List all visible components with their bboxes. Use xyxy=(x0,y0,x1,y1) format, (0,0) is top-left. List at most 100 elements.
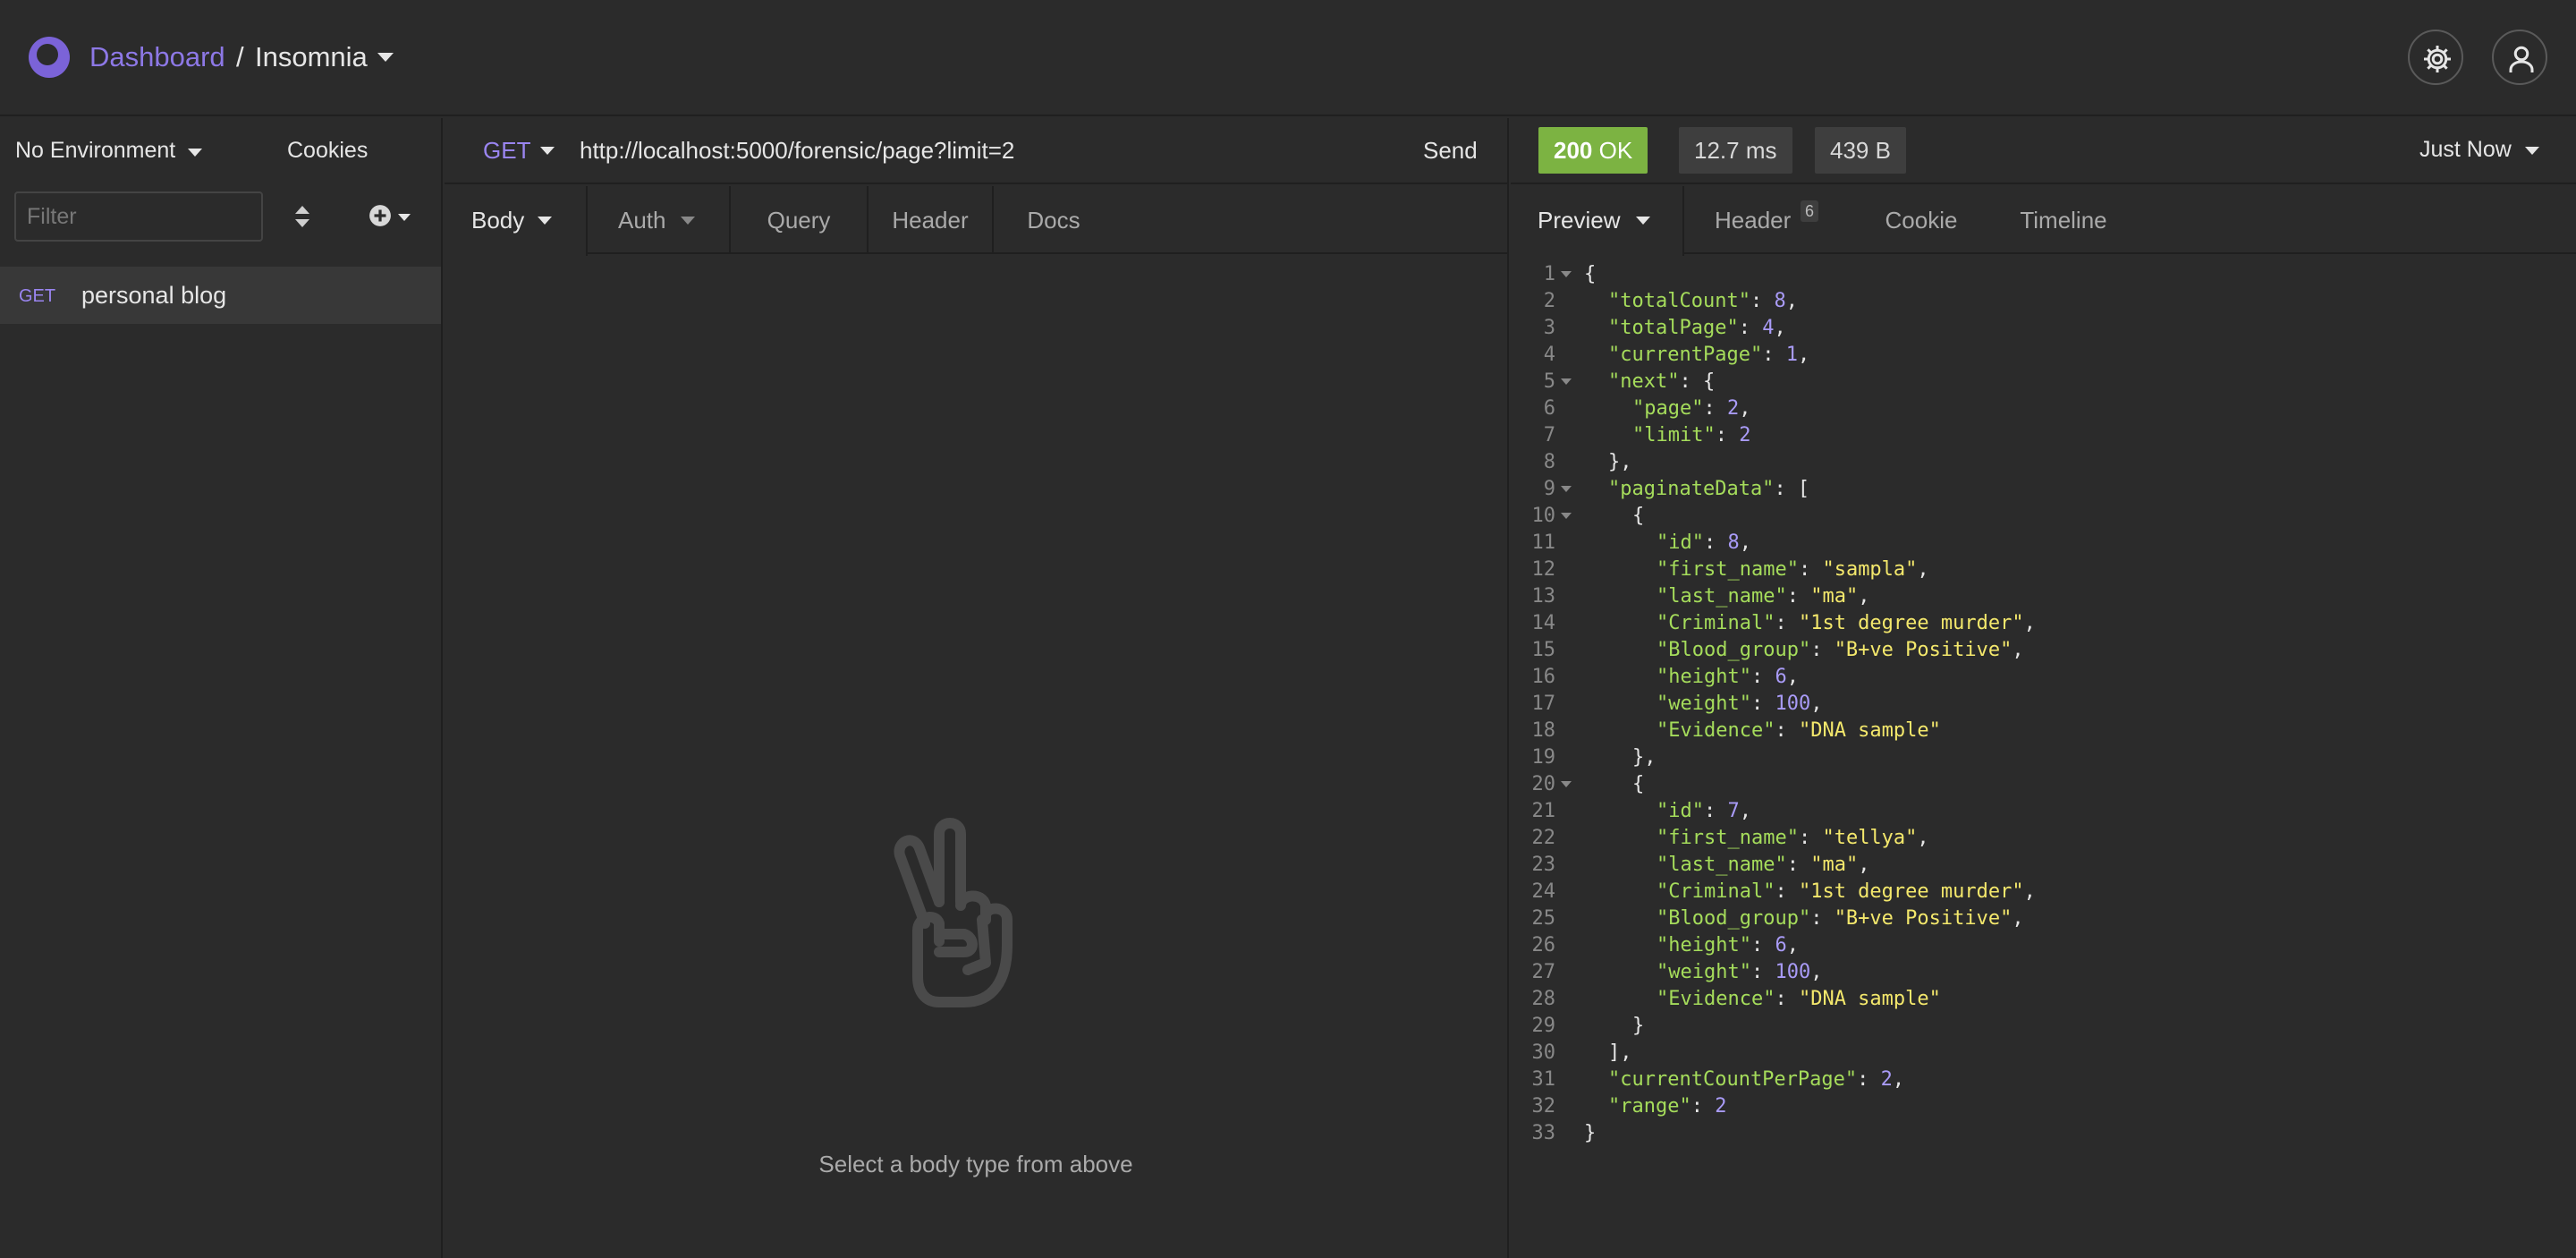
tab-body[interactable]: Body xyxy=(445,186,588,256)
json-string: "sampla" xyxy=(1822,558,1918,581)
tab-response-header[interactable]: Header 6 xyxy=(1684,186,1854,254)
json-key: "next" xyxy=(1608,370,1680,393)
history-chevron-down-icon[interactable] xyxy=(2525,147,2539,155)
method-selector[interactable]: GET xyxy=(483,137,530,165)
json-string: "tellya" xyxy=(1822,827,1918,849)
json-punctuation: : xyxy=(1750,290,1775,312)
json-punctuation: } xyxy=(1584,1122,1597,1144)
json-punctuation: : xyxy=(1775,988,1799,1010)
code-content: "weight": 100, xyxy=(1657,691,1822,718)
json-number: 100 xyxy=(1775,961,1811,983)
code-content: }, xyxy=(1608,449,1632,476)
code-content: "currentPage": 1, xyxy=(1608,342,1809,369)
code-line: 9 "paginateData": [ xyxy=(1511,476,2576,503)
sort-icon[interactable] xyxy=(292,204,313,229)
fold-chevron-icon[interactable] xyxy=(1561,486,1572,492)
code-content: "page": 2, xyxy=(1632,395,1750,422)
line-number: 16 xyxy=(1531,666,1556,688)
status-text: OK xyxy=(1598,137,1633,164)
fold-chevron-icon[interactable] xyxy=(1561,378,1572,385)
breadcrumb-dashboard[interactable]: Dashboard xyxy=(89,41,225,73)
filter-row xyxy=(0,191,441,265)
tab-docs[interactable]: Docs xyxy=(994,186,1114,254)
method-chevron-down-icon[interactable] xyxy=(540,147,555,155)
line-number: 32 xyxy=(1531,1095,1556,1118)
json-key: "Blood_group" xyxy=(1657,907,1811,930)
json-punctuation: : xyxy=(1775,880,1799,903)
cookies-button[interactable]: Cookies xyxy=(287,138,368,164)
environment-chevron-down-icon[interactable] xyxy=(188,149,202,157)
code-line: 33} xyxy=(1511,1120,2576,1147)
json-punctuation: , xyxy=(1858,854,1870,876)
json-key: "Evidence" xyxy=(1657,988,1775,1010)
code-content: "Evidence": "DNA sample" xyxy=(1657,986,1941,1013)
tab-header[interactable]: Header xyxy=(869,186,994,254)
json-key: "Criminal" xyxy=(1657,612,1775,634)
json-punctuation: , xyxy=(1739,800,1751,822)
json-punctuation: , xyxy=(2012,907,2024,930)
json-punctuation: { xyxy=(1632,505,1645,527)
json-punctuation: : xyxy=(1703,397,1727,420)
send-button[interactable]: Send xyxy=(1423,137,1478,165)
line-number: 9 xyxy=(1543,478,1555,500)
line-number: 1 xyxy=(1543,263,1555,285)
line-number: 14 xyxy=(1531,612,1556,634)
tab-cookie[interactable]: Cookie xyxy=(1854,186,1988,254)
code-line: 21 "id": 7, xyxy=(1511,798,2576,825)
line-number: 4 xyxy=(1543,344,1555,366)
line-number: 25 xyxy=(1531,907,1556,930)
tab-auth[interactable]: Auth xyxy=(588,186,731,254)
json-punctuation: , xyxy=(2023,880,2036,903)
tab-query[interactable]: Query xyxy=(731,186,869,254)
response-history-selector[interactable]: Just Now xyxy=(2419,137,2512,163)
line-number: 6 xyxy=(1543,397,1555,420)
code-content: ], xyxy=(1608,1040,1632,1067)
code-content: "next": { xyxy=(1608,369,1715,395)
json-punctuation: : xyxy=(1750,666,1775,688)
environment-selector[interactable]: No Environment xyxy=(15,138,175,164)
json-key: "Criminal" xyxy=(1657,880,1775,903)
json-punctuation: , xyxy=(1739,531,1751,554)
tab-timeline[interactable]: Timeline xyxy=(1988,186,2139,254)
code-line: 11 "id": 8, xyxy=(1511,530,2576,557)
json-punctuation: , xyxy=(1858,585,1870,608)
json-key: "last_name" xyxy=(1657,585,1787,608)
url-bar: GET http://localhost:5000/forensic/page?… xyxy=(445,118,1507,184)
code-content: "currentCountPerPage": 2, xyxy=(1608,1067,1904,1093)
json-key: "currentPage" xyxy=(1608,344,1763,366)
json-string: "ma" xyxy=(1810,854,1859,876)
line-number: 10 xyxy=(1531,505,1556,527)
code-line: 13 "last_name": "ma", xyxy=(1511,583,2576,610)
json-number: 7 xyxy=(1727,800,1740,822)
fold-chevron-icon[interactable] xyxy=(1561,513,1572,519)
preview-chevron-down-icon xyxy=(1636,217,1650,225)
settings-button[interactable] xyxy=(2408,30,2463,85)
code-line: 1{ xyxy=(1511,261,2576,288)
tab-response-header-label: Header xyxy=(1715,207,1792,234)
json-number: 4 xyxy=(1762,317,1775,339)
json-key: "Blood_group" xyxy=(1657,639,1811,661)
add-circle-icon[interactable] xyxy=(369,204,392,227)
code-line: 24 "Criminal": "1st degree murder", xyxy=(1511,879,2576,905)
tab-auth-label: Auth xyxy=(618,207,666,234)
url-input[interactable]: http://localhost:5000/forensic/page?limi… xyxy=(580,137,1014,165)
line-number: 29 xyxy=(1531,1015,1556,1037)
code-line: 7 "limit": 2 xyxy=(1511,422,2576,449)
response-size-badge: 439 B xyxy=(1815,127,1906,174)
project-chevron-down-icon[interactable] xyxy=(377,53,394,62)
breadcrumb-project[interactable]: Insomnia xyxy=(255,41,368,73)
fold-chevron-icon[interactable] xyxy=(1561,781,1572,787)
filter-input[interactable] xyxy=(14,191,263,242)
add-chevron-down-icon[interactable] xyxy=(398,214,411,221)
request-item[interactable]: GET personal blog xyxy=(0,267,441,324)
code-content: "last_name": "ma", xyxy=(1657,583,1869,610)
tab-preview[interactable]: Preview xyxy=(1511,186,1684,256)
code-content: "totalCount": 8, xyxy=(1608,288,1798,315)
code-line: 25 "Blood_group": "B+ve Positive", xyxy=(1511,905,2576,932)
account-button[interactable] xyxy=(2492,30,2547,85)
fold-chevron-icon[interactable] xyxy=(1561,271,1572,277)
status-badge: 200 OK xyxy=(1538,127,1648,174)
code-content: "height": 6, xyxy=(1657,664,1799,691)
insomnia-logo-icon[interactable] xyxy=(29,37,70,78)
request-method-badge: GET xyxy=(19,286,56,306)
